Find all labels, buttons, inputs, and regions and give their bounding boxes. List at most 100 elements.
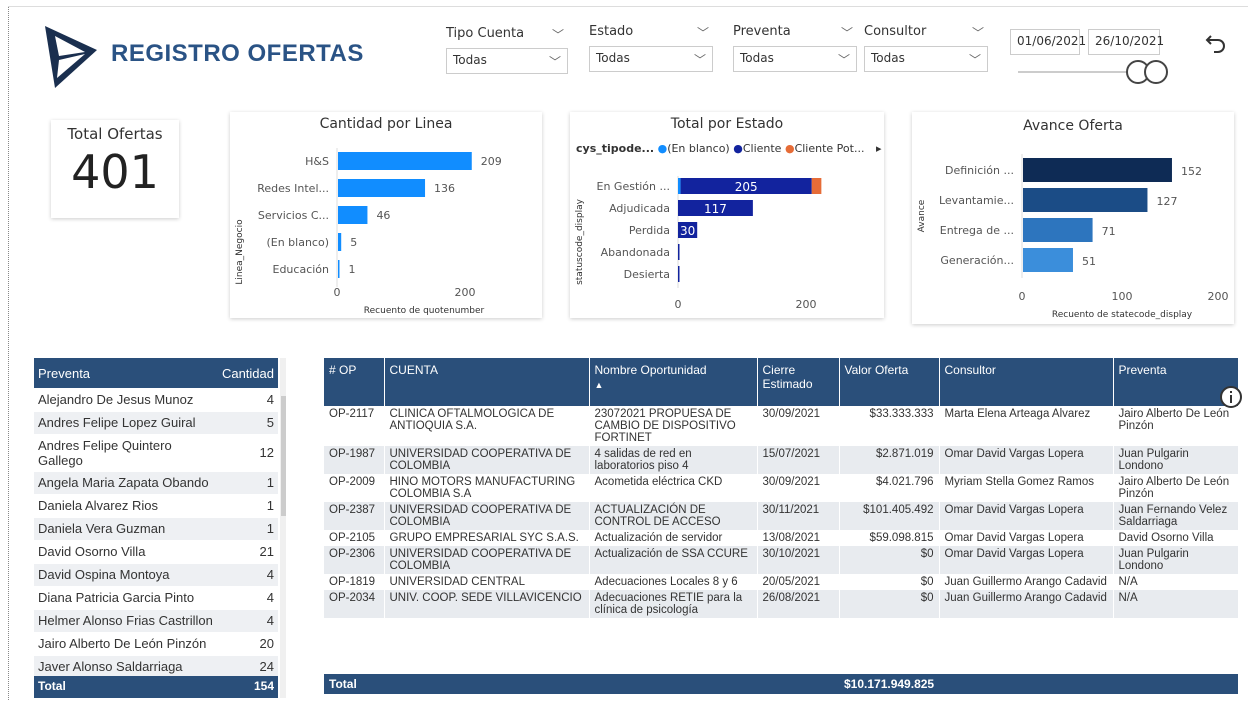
table-row[interactable]: OP-2117 CLINICA OFTALMOLOGICA DE ANTIOQUI… xyxy=(324,406,1239,446)
filter-select[interactable]: Todas ﹀ xyxy=(864,46,988,72)
table-row[interactable]: David Osorno Villa 21 xyxy=(34,540,278,564)
scrollbar-thumb[interactable] xyxy=(281,396,286,516)
op-id-cell: OP-2306 xyxy=(324,546,385,574)
ofertas-table: # OP CUENTA Nombre Oportunidad ▲ Cierre E… xyxy=(324,358,1244,696)
oportunidad-cell: Actualización de SSA CCURE xyxy=(589,546,758,574)
col-header[interactable]: Consultor xyxy=(939,358,1114,406)
bar[interactable] xyxy=(1023,248,1073,272)
table-row[interactable]: Jairo Alberto De León Pinzón 20 xyxy=(34,632,278,656)
filter-value: Todas xyxy=(596,51,630,65)
col-header[interactable]: CUENTA xyxy=(384,358,590,406)
table-row[interactable]: Daniela Vera Guzman 1 xyxy=(34,517,278,541)
filter-select[interactable]: Todas ﹀ xyxy=(589,46,713,72)
bar[interactable] xyxy=(1023,218,1093,242)
chevron-down-icon[interactable]: ﹀ xyxy=(697,24,709,41)
data-label: 209 xyxy=(481,155,502,168)
total-value: $10.171.949.825 xyxy=(844,677,935,691)
col-header[interactable]: Cantidad xyxy=(217,358,278,388)
table-row[interactable]: Angela Maria Zapata Obando 1 xyxy=(34,471,278,495)
data-label: 127 xyxy=(1156,195,1177,208)
col-header-sorted[interactable]: Nombre Oportunidad ▲ xyxy=(589,358,758,406)
valor-oferta-cell: $0 xyxy=(839,546,940,574)
preventa-cell: N/A xyxy=(1113,574,1239,590)
bar[interactable] xyxy=(1023,188,1148,212)
table-row[interactable]: Andres Felipe Quintero Gallego 12 xyxy=(34,434,278,472)
table-row[interactable]: Alejandro De Jesus Munoz 4 xyxy=(34,388,278,412)
date-end-input[interactable]: 26/10/2021 xyxy=(1088,29,1164,55)
y-axis-label: Linea_Negocio xyxy=(235,219,245,285)
chart-total-estado: Total por Estado cys_tipode... ●(En blan… xyxy=(570,112,884,318)
x-axis-label: Recuento de quotenumber xyxy=(364,306,485,316)
consultor-cell: Juan Guillermo Arango Cadavid xyxy=(939,574,1114,590)
page-border xyxy=(8,6,9,700)
cuenta-cell: UNIVERSIDAD COOPERATIVA DE COLOMBIA xyxy=(384,446,590,474)
bar[interactable] xyxy=(1023,158,1172,182)
sort-asc-icon[interactable]: ▲ xyxy=(595,380,604,390)
chevron-down-icon: ﹀ xyxy=(968,53,981,67)
table-row[interactable]: OP-2034 UNIV. COOP. SEDE VILLAVICENCIO Ade… xyxy=(324,590,1239,618)
col-header[interactable]: Preventa xyxy=(34,358,218,388)
table-row[interactable]: David Ospina Montoya 4 xyxy=(34,563,278,587)
bar[interactable] xyxy=(338,152,472,170)
cuenta-cell: UNIVERSIDAD COOPERATIVA DE COLOMBIA xyxy=(384,502,590,530)
op-id-cell: OP-1987 xyxy=(324,446,385,474)
bar[interactable] xyxy=(338,233,342,251)
scrollbar[interactable] xyxy=(280,358,286,698)
chevron-down-icon[interactable]: ﹀ xyxy=(841,24,853,41)
table-row[interactable]: OP-2105 GRUPO EMPRESARIAL SYC S.A.S. Actua… xyxy=(324,530,1239,546)
x-tick: 0 xyxy=(334,286,341,299)
filter-preventa[interactable]: Preventa ﹀ Todas ﹀ xyxy=(733,24,857,72)
oportunidad-cell: 4 salidas de red en laboratorios piso 4 xyxy=(589,446,758,474)
table-row[interactable]: OP-2009 HINO MOTORS MANUFACTURING COLOMBI… xyxy=(324,474,1239,502)
filter-select[interactable]: Todas ﹀ xyxy=(733,46,857,72)
filter-estado[interactable]: Estado ﹀ Todas ﹀ xyxy=(589,24,713,72)
table-row[interactable]: OP-2387 UNIVERSIDAD COOPERATIVA DE COLOMB… xyxy=(324,502,1239,530)
x-tick: 100 xyxy=(1112,290,1133,303)
undo-icon[interactable] xyxy=(1205,32,1227,54)
col-header[interactable]: # OP xyxy=(324,358,385,406)
bar-segment[interactable] xyxy=(678,178,681,194)
table-row[interactable]: Javer Alonso Saldarriaga 24 xyxy=(34,655,278,679)
bar[interactable] xyxy=(338,179,426,197)
bar-segment[interactable] xyxy=(811,178,822,194)
bar-segment[interactable] xyxy=(678,244,680,260)
chevron-down-icon[interactable]: ﹀ xyxy=(972,24,984,41)
date-slider-handle-end[interactable] xyxy=(1144,60,1168,84)
bar-segment[interactable] xyxy=(678,266,680,282)
filter-consultor[interactable]: Consultor ﹀ Todas ﹀ xyxy=(864,24,988,72)
oportunidad-cell: ACTUALIZACIÓN DE CONTROL DE ACCESO xyxy=(589,502,758,530)
table-row[interactable]: Daniela Alvarez Rios 1 xyxy=(34,494,278,518)
x-tick: 0 xyxy=(1019,290,1026,303)
table-row[interactable]: Diana Patricia Garcia Pinto 4 xyxy=(34,586,278,610)
table-row[interactable]: OP-1819 UNIVERSIDAD CENTRAL Adecuaciones L… xyxy=(324,574,1239,590)
col-header[interactable]: Valor Oferta xyxy=(839,358,940,406)
table-row[interactable]: OP-1987 UNIVERSIDAD COOPERATIVA DE COLOMB… xyxy=(324,446,1239,474)
kpi-card: Total Ofertas 401 xyxy=(51,120,179,218)
op-id-cell: OP-2009 xyxy=(324,474,385,502)
category-label: Adjudicada xyxy=(609,202,670,215)
preventa-count: 1 xyxy=(217,494,278,518)
table-row[interactable]: Helmer Alonso Frias Castrillon 4 xyxy=(34,609,278,633)
bar[interactable] xyxy=(338,206,368,224)
filter-tipo-cuenta[interactable]: Tipo Cuenta ﹀ Todas ﹀ xyxy=(446,26,568,74)
table-row[interactable]: Andres Felipe Lopez Guiral 5 xyxy=(34,411,278,435)
category-label: Perdida xyxy=(629,224,670,237)
data-label: 51 xyxy=(1082,255,1096,268)
info-icon[interactable] xyxy=(1219,385,1243,409)
ofertas-total-row: Total $10.171.949.825 xyxy=(324,674,1238,694)
data-label: 152 xyxy=(1181,165,1202,178)
bar[interactable] xyxy=(338,260,340,278)
consultor-cell: Myriam Stella Gomez Ramos xyxy=(939,474,1114,502)
category-label: Abandonada xyxy=(601,246,670,259)
date-start-input[interactable]: 01/06/2021 xyxy=(1010,29,1086,55)
oportunidad-cell: Acometida eléctrica CKD xyxy=(589,474,758,502)
y-axis-label: statuscode_display xyxy=(575,198,585,284)
category-label: Educación xyxy=(273,263,330,276)
col-header[interactable]: Cierre Estimado xyxy=(757,358,840,406)
x-tick: 200 xyxy=(455,286,476,299)
filter-select[interactable]: Todas ﹀ xyxy=(446,48,568,74)
y-axis-label: Avance xyxy=(917,199,927,232)
chevron-down-icon[interactable]: ﹀ xyxy=(552,26,564,43)
table-row[interactable]: OP-2306 UNIVERSIDAD COOPERATIVA DE COLOMB… xyxy=(324,546,1239,574)
preventa-cell: David Osorno Villa xyxy=(1113,530,1239,546)
